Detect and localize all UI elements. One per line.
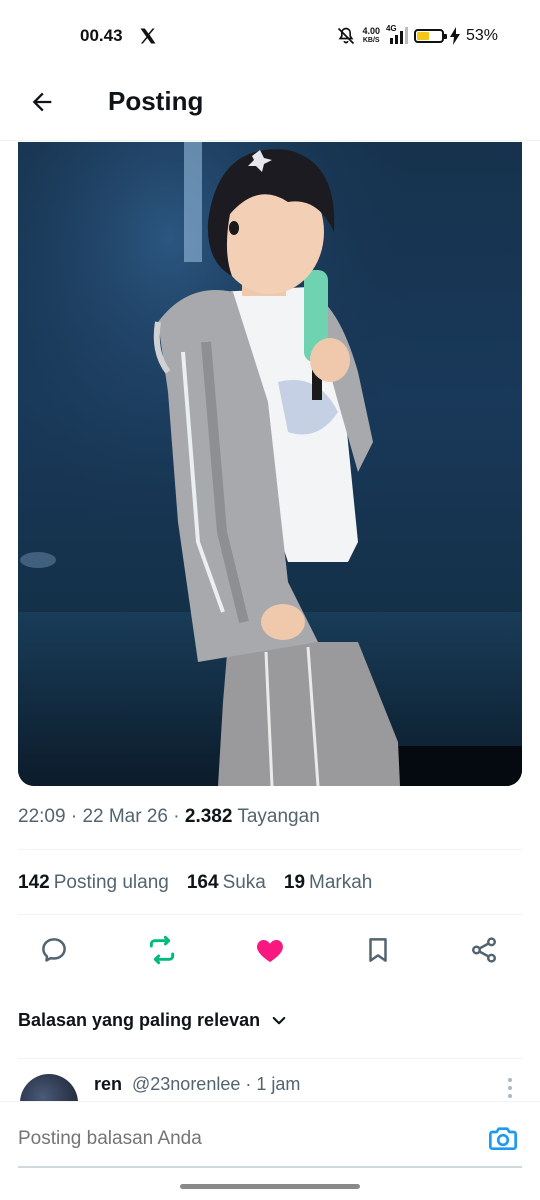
likes-count: 164 <box>186 872 219 893</box>
bookmarks-count: 19 <box>283 872 306 893</box>
reply-composer <box>0 1101 540 1168</box>
app-bar: Posting <box>0 72 540 141</box>
more-options-icon[interactable] <box>500 1076 520 1100</box>
views-count: 2.382 <box>184 806 233 827</box>
post-date: 22 Mar 26 <box>82 806 168 827</box>
views-label: Tayangan <box>237 806 320 827</box>
likes-label: Suka <box>222 872 266 893</box>
x-logo-icon <box>140 28 156 44</box>
share-icon <box>472 937 496 963</box>
bookmarks-stat[interactable]: 19 Markah <box>284 872 373 894</box>
share-button[interactable] <box>466 932 502 968</box>
status-time: 00.43 <box>80 26 123 45</box>
divider <box>18 1058 522 1059</box>
reply-icon <box>42 938 66 962</box>
repost-icon <box>149 935 175 965</box>
charging-bolt-icon <box>449 27 460 45</box>
battery-icon <box>413 29 447 43</box>
camera-button[interactable] <box>486 1122 522 1156</box>
bookmarks-label: Markah <box>309 872 373 893</box>
reply-time: · 1 jam <box>245 1074 301 1094</box>
heart-icon <box>257 940 283 962</box>
net-speed-unit: KB/S <box>362 37 380 44</box>
camera-icon <box>489 1127 517 1150</box>
reposts-label: Posting ulang <box>53 872 169 893</box>
replies-sort-label: Balasan yang paling relevan <box>18 1010 261 1030</box>
divider <box>18 914 522 915</box>
reply-author-handle: @23norenlee · 1 jam <box>132 1074 300 1095</box>
reply-handle: @23norenlee <box>132 1074 241 1094</box>
net-speed: 4.00 KB/S <box>362 27 380 45</box>
reposts-count: 142 <box>18 872 50 893</box>
repost-button[interactable] <box>144 932 180 968</box>
back-button[interactable] <box>24 84 60 120</box>
meta-separator: · <box>173 806 185 827</box>
divider <box>18 849 522 850</box>
page-title: Posting <box>108 86 204 116</box>
post-actions <box>18 926 522 976</box>
post-meta: 22:09 · 22 Mar 26 · 2.382 Tayangan <box>18 806 320 828</box>
bookmark-button[interactable] <box>360 932 396 968</box>
like-button[interactable] <box>252 932 288 968</box>
battery-percent: 53% <box>465 27 498 44</box>
avatar[interactable] <box>20 1074 78 1102</box>
mute-bell-icon <box>338 27 355 45</box>
gesture-nav-handle[interactable] <box>180 1184 360 1189</box>
back-arrow-icon <box>32 92 52 112</box>
status-bar: 00.43 4.00 KB/S 4G 53% <box>0 0 540 72</box>
status-icons: 4.00 KB/S 4G 53% <box>336 24 498 48</box>
reply-author-name[interactable]: ren <box>94 1074 122 1095</box>
chevron-down-icon <box>272 1016 286 1024</box>
likes-stat[interactable]: 164 Suka <box>187 872 266 894</box>
reply-input[interactable] <box>18 1128 458 1150</box>
composer-underline <box>18 1166 522 1168</box>
post-time: 22:09 <box>18 806 66 827</box>
post-image[interactable] <box>18 142 522 786</box>
post-photo-illustration <box>18 142 522 786</box>
signal-icon: 4G <box>386 24 408 46</box>
reposts-stat[interactable]: 142 Posting ulang <box>18 872 169 894</box>
replies-sort-dropdown[interactable]: Balasan yang paling relevan <box>18 1010 288 1031</box>
post-stats: 142 Posting ulang 164 Suka 19 Markah <box>18 872 372 894</box>
bookmark-icon <box>369 938 387 962</box>
reply-item[interactable]: ren @23norenlee · 1 jam <box>0 1062 540 1102</box>
reply-button[interactable] <box>36 932 72 968</box>
meta-separator: · <box>70 806 83 827</box>
net-speed-value: 4.00 <box>362 26 380 36</box>
